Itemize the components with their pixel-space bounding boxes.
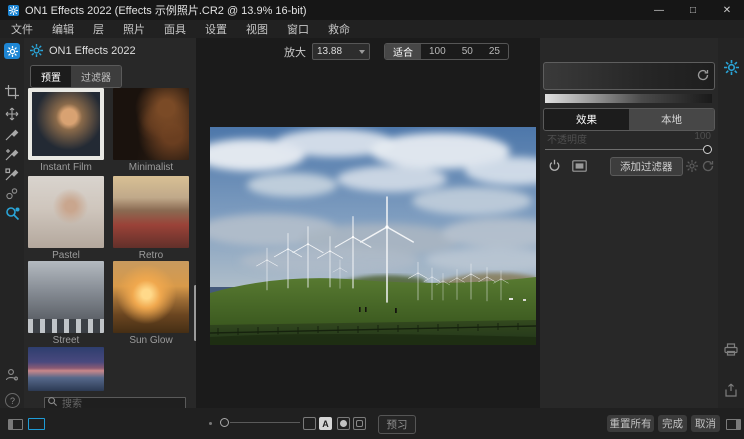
- blur-bug-tool-icon[interactable]: [5, 187, 19, 201]
- chevron-down-icon: [359, 50, 365, 54]
- master-opacity-value: 100: [694, 131, 711, 146]
- preset-label: Sun Glow: [113, 335, 189, 346]
- done-button[interactable]: 完成: [658, 415, 687, 432]
- close-button[interactable]: ✕: [710, 0, 744, 20]
- preset-thumbnail-partial[interactable]: [28, 347, 104, 391]
- tab-effects[interactable]: 效果: [544, 109, 629, 130]
- zoom-dropdown[interactable]: 13.88: [312, 43, 370, 60]
- menu-layer[interactable]: 层: [93, 21, 104, 37]
- zoom-fit-button[interactable]: 适合: [385, 44, 421, 59]
- menu-file[interactable]: 文件: [11, 21, 33, 37]
- on1-app-icon: [4, 43, 20, 59]
- master-opacity-label: 不透明度: [547, 131, 587, 146]
- cancel-button[interactable]: 取消: [691, 415, 720, 432]
- histogram: [543, 62, 715, 90]
- tab-presets[interactable]: 预置: [31, 66, 71, 87]
- preset-thumbnail-instant-film[interactable]: [28, 88, 104, 160]
- preset-label: Retro: [113, 250, 189, 261]
- bottom-bar: A 预习 重置所有 完成 取消: [0, 408, 744, 439]
- zoom-preset-group: 适合 100 50 25: [384, 43, 509, 60]
- tab-local[interactable]: 本地: [629, 109, 714, 130]
- menu-bar: 文件 编辑 层 照片 面具 设置 视图 窗口 救命: [0, 20, 744, 38]
- preset-thumbnail-retro[interactable]: [113, 176, 189, 248]
- zoom-25-button[interactable]: 25: [481, 44, 508, 59]
- window-title: ON1 Effects 2022 (Effects 示例照片.CR2 @ 13.…: [25, 2, 307, 18]
- help-icon[interactable]: [5, 393, 20, 408]
- preset-thumbnail-sun-glow[interactable]: [113, 261, 189, 333]
- preset-label: Pastel: [28, 250, 104, 261]
- soft-proof-icon[interactable]: [353, 417, 366, 430]
- preset-label: Minimalist: [113, 162, 189, 173]
- thumbnail-size-dot: [209, 422, 212, 425]
- effects-gear-icon: [30, 44, 43, 57]
- effects-local-tabs: 效果 本地: [543, 108, 715, 131]
- right-rail: [718, 38, 744, 408]
- masking-brush-tool-icon[interactable]: [5, 127, 19, 141]
- browser-view-toggle-icon[interactable]: [28, 418, 45, 430]
- reset-all-button[interactable]: 重置所有: [607, 415, 654, 432]
- browser-tabs: 预置 过滤器: [30, 65, 122, 88]
- zoom-50-button[interactable]: 50: [454, 44, 481, 59]
- preset-label: Street: [28, 335, 104, 346]
- menu-help[interactable]: 救命: [328, 21, 350, 37]
- title-bar: ON1 Effects 2022 (Effects 示例照片.CR2 @ 13.…: [0, 0, 744, 20]
- zoom-label: 放大: [284, 44, 306, 60]
- menu-photo[interactable]: 照片: [123, 21, 145, 37]
- filter-options-gear-icon[interactable]: [686, 160, 698, 172]
- zoom-100-button[interactable]: 100: [421, 44, 454, 59]
- preset-label: Instant Film: [28, 162, 104, 173]
- menu-window[interactable]: 窗口: [287, 21, 309, 37]
- menu-settings[interactable]: 设置: [205, 21, 227, 37]
- tab-filters[interactable]: 过滤器: [71, 66, 121, 87]
- compare-split-icon[interactable]: A: [319, 417, 332, 430]
- photo-windfarm[interactable]: [210, 127, 536, 345]
- crop-tool-icon[interactable]: [5, 85, 19, 99]
- zoom-value: 13.88: [317, 46, 342, 57]
- app-window: ON1 Effects 2022 (Effects 示例照片.CR2 @ 13.…: [0, 0, 744, 439]
- preset-thumbnail-pastel[interactable]: [28, 176, 104, 248]
- slider-knob[interactable]: [703, 145, 712, 154]
- left-panel-toggle-icon[interactable]: [8, 419, 23, 430]
- menu-view[interactable]: 视图: [246, 21, 268, 37]
- master-opacity-slider[interactable]: [545, 145, 712, 154]
- panel-title: ON1 Effects 2022: [49, 45, 136, 57]
- account-icon[interactable]: [5, 368, 19, 382]
- search-icon: [47, 396, 58, 407]
- tone-gradient-bar: [545, 94, 712, 103]
- minimize-button[interactable]: —: [642, 0, 676, 20]
- preset-thumbnail-street[interactable]: [28, 261, 104, 333]
- preset-thumbnail-minimalist[interactable]: [113, 88, 189, 160]
- preset-browser-panel: ON1 Effects 2022 预置 过滤器 Instant Film Min…: [24, 38, 196, 408]
- export-icon[interactable]: [724, 383, 738, 397]
- print-icon[interactable]: [724, 343, 738, 356]
- tool-rail: [0, 38, 24, 408]
- zoom-view-tool-icon[interactable]: [5, 206, 21, 222]
- effects-panel: 效果 本地 不透明度 100 添加过滤器: [540, 38, 718, 408]
- right-panel-toggle-icon[interactable]: [726, 419, 741, 430]
- on1-logo-icon: [8, 5, 19, 16]
- perfect-brush-tool-icon[interactable]: [5, 147, 19, 161]
- effects-module-icon[interactable]: [724, 60, 739, 75]
- menu-edit[interactable]: 编辑: [52, 21, 74, 37]
- filter-reset-icon[interactable]: [702, 160, 714, 172]
- menu-mask[interactable]: 面具: [164, 21, 186, 37]
- histogram-reset-icon[interactable]: [697, 69, 709, 81]
- add-filter-button[interactable]: 添加过滤器: [610, 157, 683, 176]
- mask-icon[interactable]: [572, 160, 587, 172]
- refine-brush-tool-icon[interactable]: [5, 167, 19, 181]
- preview-button[interactable]: 预习: [378, 415, 416, 434]
- maximize-button[interactable]: □: [676, 0, 710, 20]
- compare-off-icon[interactable]: [303, 417, 316, 430]
- move-tool-icon[interactable]: [5, 107, 19, 121]
- thumbnail-size-slider-knob[interactable]: [220, 418, 229, 427]
- canvas-area: 放大 13.88 适合 100 50 25: [196, 38, 540, 408]
- filter-power-icon[interactable]: [548, 159, 561, 172]
- thumbnail-size-slider-track[interactable]: [230, 422, 300, 423]
- mask-view-icon[interactable]: [337, 417, 350, 430]
